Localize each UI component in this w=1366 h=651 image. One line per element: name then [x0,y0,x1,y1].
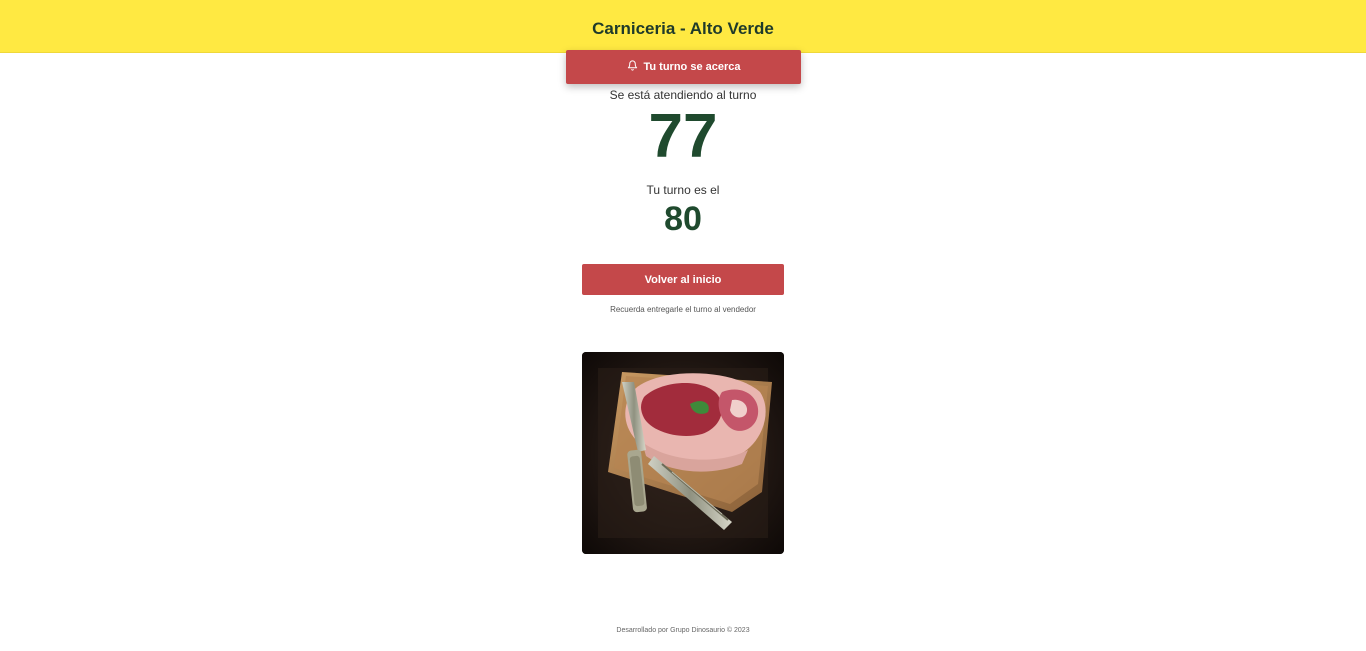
serving-label: Se está atendiendo al turno [609,88,757,102]
page-title: Carniceria - Alto Verde [592,18,774,38]
your-turn-label: Tu turno es el [646,183,720,197]
meat-photo [582,352,784,554]
serving-number: 77 [648,102,718,171]
reminder-text: Recuerda entregarle el turno al vendedor [610,305,756,314]
back-to-home-button[interactable]: Volver al inicio [582,264,784,295]
toast-text: Tu turno se acerca [643,61,741,73]
your-turn-number: 80 [664,200,702,238]
app-header: Carniceria - Alto Verde [0,0,1366,53]
turn-approaching-toast[interactable]: Tu turno se acerca [566,50,801,84]
footer-credits: Desarrollado por Grupo Dinosaurio © 2023 [616,627,750,634]
bell-icon [627,60,638,74]
